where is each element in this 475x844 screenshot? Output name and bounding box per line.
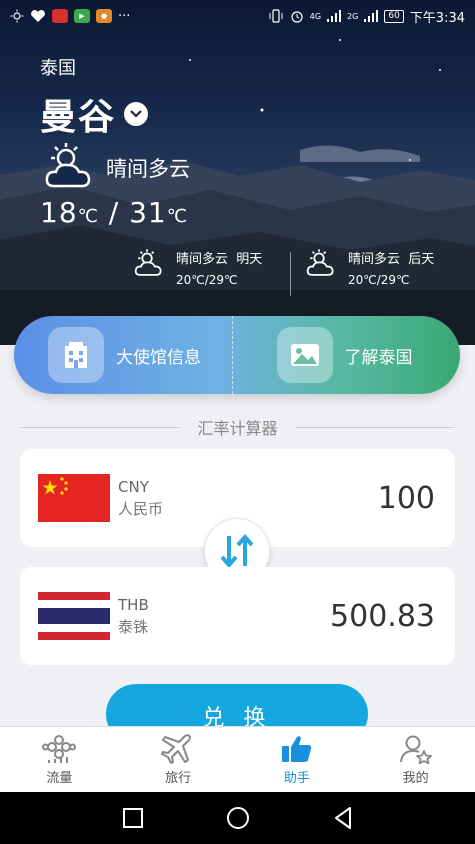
brightness-icon [10, 9, 24, 23]
forecast-day: 后天 [408, 252, 435, 267]
temp-high: 31 [129, 196, 167, 229]
divider [295, 426, 456, 428]
target-amount: 500.83 [330, 598, 435, 634]
alarm-icon [290, 9, 304, 23]
embassy-info-label: 大使馆信息 [116, 347, 201, 368]
forecast-condition: 晴间多云 [176, 252, 229, 267]
thailand-flag-icon [38, 592, 110, 640]
exchange-title: 汇率计算器 [197, 419, 278, 438]
divider [20, 426, 180, 428]
currency-name: 人民币 [118, 499, 164, 518]
network-type-label-2: 2G [347, 11, 359, 21]
user-star-icon [399, 735, 432, 764]
condition-text: 晴间多云 [106, 157, 190, 181]
city-name: 曼谷 [40, 97, 117, 138]
country-label: 泰国 [40, 58, 76, 79]
china-flag-icon [38, 474, 110, 522]
bottom-nav: 流量 旅行 助手 我的 [0, 726, 475, 792]
tab-profile[interactable]: 我的 [356, 727, 475, 792]
temp-unit: ℃ [77, 206, 99, 227]
battery-icon: 60 [384, 9, 404, 23]
more-notifications-icon: ··· [118, 8, 131, 24]
forecast-condition: 晴间多云 [348, 252, 401, 267]
tab-data-traffic[interactable]: 流量 [0, 727, 119, 792]
temp-unit: ℃ [166, 206, 188, 227]
quick-links-bar: 大使馆信息 了解泰国 [14, 316, 460, 394]
swap-arrows-icon [220, 533, 254, 569]
network-type-label: 4G [309, 11, 322, 21]
tab-label: 助手 [283, 770, 310, 786]
landscape-icon [276, 327, 333, 383]
system-navigation-bar [0, 792, 475, 844]
building-icon [48, 327, 104, 383]
forecast-range: 20℃/29℃ [176, 273, 238, 287]
exchange-section-title: 汇率计算器 [20, 416, 456, 438]
partly-cloudy-icon [306, 248, 338, 282]
partly-cloudy-icon [134, 248, 166, 282]
thumbs-up-icon [281, 735, 312, 762]
data-traffic-icon [42, 734, 77, 763]
plane-icon [161, 733, 192, 764]
signal-icon [327, 10, 342, 22]
currency-code: THB [118, 595, 149, 614]
tab-label: 流量 [46, 770, 73, 786]
partly-cloudy-icon [44, 142, 98, 194]
forecast-day: 明天 [236, 252, 263, 267]
tab-label: 旅行 [165, 770, 192, 786]
weather-hero: ▶ ● ··· 4G 2G 60 下午3:34 泰国 曼谷 晴间多云 18℃ /… [0, 0, 475, 345]
tab-label: 我的 [402, 770, 429, 786]
current-condition: 晴间多云 [44, 142, 190, 194]
city-selector[interactable]: 曼谷 [40, 88, 149, 140]
temperature-range: 18℃ / 31℃ [40, 196, 188, 229]
signal-icon-2 [364, 10, 379, 22]
target-currency-card[interactable]: THB 泰铢 500.83 [20, 567, 455, 665]
currency-name: 泰铢 [118, 617, 149, 636]
forecast-divider [290, 252, 291, 296]
embassy-info-button[interactable]: 大使馆信息 [14, 316, 232, 394]
back-button[interactable] [328, 803, 358, 833]
forecast-range: 20℃/29℃ [348, 273, 410, 287]
learn-country-label: 了解泰国 [344, 347, 413, 368]
source-amount-input[interactable]: 100 [378, 481, 435, 516]
vibrate-icon [268, 9, 284, 23]
health-heart-icon [30, 9, 46, 23]
tab-travel[interactable]: 旅行 [119, 727, 238, 792]
forecast-tomorrow: 晴间多云 明天 20℃/29℃ [134, 248, 262, 287]
forecast-day-after: 晴间多云 后天 20℃/29℃ [306, 248, 434, 287]
camera-app-icon: ● [96, 9, 112, 23]
tab-assistant[interactable]: 助手 [238, 727, 357, 792]
temp-low: 18 [40, 196, 78, 229]
recent-apps-button[interactable] [118, 803, 148, 833]
status-bar: ▶ ● ··· 4G 2G 60 下午3:34 [0, 0, 475, 32]
currency-code: CNY [118, 477, 149, 496]
temp-separator: / [108, 196, 120, 229]
learn-country-button[interactable]: 了解泰国 [231, 316, 461, 394]
clock: 下午3:34 [409, 10, 465, 26]
chevron-down-icon[interactable] [124, 102, 149, 126]
app-notification-icon [52, 9, 68, 23]
home-button[interactable] [223, 803, 253, 833]
play-store-icon: ▶ [74, 9, 90, 23]
